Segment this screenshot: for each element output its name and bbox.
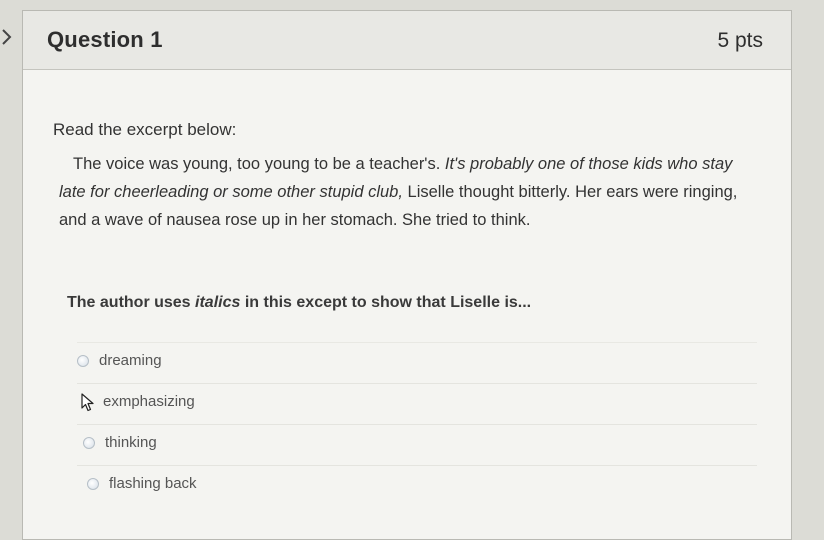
question-intro: Read the excerpt below: [53, 120, 237, 139]
mouse-pointer-icon [81, 393, 94, 412]
question-prompt: The author uses italics in this except t… [67, 294, 531, 312]
answer-label: exmphasizing [103, 393, 195, 410]
question-card: Question 1 5 pts Read the excerpt below:… [22, 10, 792, 540]
radio-button-icon[interactable] [83, 437, 95, 449]
collapse-toggle[interactable] [0, 26, 16, 48]
excerpt-text-start: The voice was young, too young to be a t… [73, 155, 445, 173]
radio-button-icon[interactable] [87, 478, 99, 490]
answer-option-dreaming[interactable]: dreaming [77, 342, 757, 383]
answer-label: thinking [105, 434, 157, 451]
question-header: Question 1 5 pts [23, 11, 791, 70]
chevron-right-icon [2, 29, 12, 45]
question-title: Question 1 [47, 27, 163, 52]
prompt-text-before: The author uses [67, 294, 196, 311]
question-points: 5 pts [717, 29, 763, 52]
answer-list: dreaming exmphasizing thinking flashing … [77, 342, 757, 506]
answer-option-exmphasizing[interactable]: exmphasizing [77, 383, 757, 424]
answer-label: dreaming [99, 352, 162, 369]
answer-label: flashing back [109, 475, 197, 492]
question-body: Read the excerpt below: The voice was yo… [23, 70, 791, 539]
answer-option-thinking[interactable]: thinking [77, 424, 757, 465]
prompt-text-after: in this except to show that Liselle is..… [240, 294, 532, 311]
radio-button-icon[interactable] [77, 355, 89, 367]
answer-option-flashing-back[interactable]: flashing back [77, 465, 757, 506]
excerpt-passage: The voice was young, too young to be a t… [59, 150, 759, 234]
prompt-italic-word: italics [195, 294, 241, 311]
